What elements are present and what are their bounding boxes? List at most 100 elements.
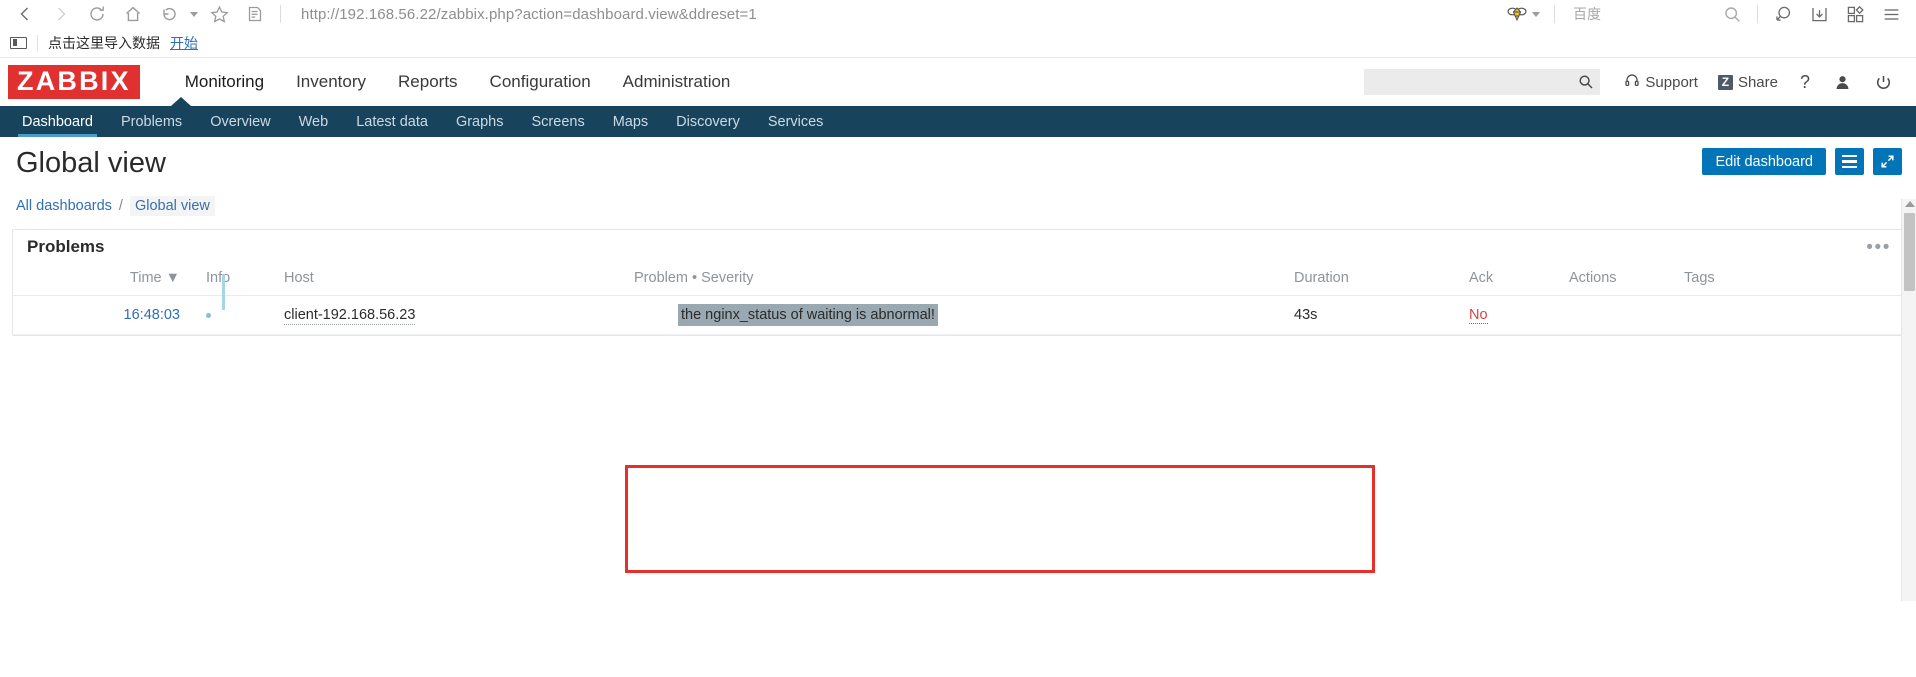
nav-inventory[interactable]: Inventory	[280, 58, 382, 106]
zabbix-search-wrapper	[1364, 69, 1601, 95]
subnav-maps-label: Maps	[612, 113, 649, 130]
caret-down-icon[interactable]	[188, 1, 200, 27]
breadcrumb-all-dashboards[interactable]: All dashboards	[16, 198, 112, 214]
subnav-maps[interactable]: Maps	[599, 106, 662, 137]
user-icon[interactable]	[1822, 74, 1863, 91]
nav-reports-label: Reports	[398, 72, 458, 91]
headset-icon	[1624, 72, 1640, 92]
column-duration: Duration	[1286, 264, 1461, 296]
reload-icon[interactable]	[80, 1, 114, 27]
search-input[interactable]	[1364, 69, 1601, 95]
cell-tags	[1676, 295, 1903, 335]
page-title: Global view	[16, 146, 166, 179]
browser-toolbar: http://192.168.56.22/zabbix.php?action=d…	[0, 0, 1916, 28]
menu-icon[interactable]	[1874, 1, 1908, 27]
column-info: Info	[198, 264, 276, 296]
toolbar-divider	[280, 5, 281, 23]
browser-search-box[interactable]: 百度	[1563, 4, 1713, 24]
problems-table: Time ▼ Info Host Problem • Severity Dura…	[13, 264, 1903, 335]
table-row[interactable]: 16:48:03 client-192.168.56.23 the nginx_…	[13, 295, 1903, 335]
scroll-up-arrow-icon[interactable]	[1905, 201, 1915, 207]
search-icon[interactable]	[1715, 1, 1749, 27]
severity-indicator-icon	[206, 312, 211, 318]
forward-icon[interactable]	[44, 1, 78, 27]
share-label: Share	[1737, 73, 1778, 91]
nav-reports[interactable]: Reports	[382, 58, 474, 106]
cell-info	[198, 295, 276, 335]
breadcrumb: All dashboards / Global view	[0, 189, 1916, 223]
fullscreen-button[interactable]	[1873, 148, 1902, 175]
bee-icon[interactable]	[1500, 4, 1546, 24]
search-submit-icon[interactable]	[1575, 71, 1597, 93]
problems-widget-header: Problems •••	[13, 230, 1903, 264]
cell-ack: No	[1461, 295, 1561, 335]
subnav-discovery[interactable]: Discovery	[662, 106, 754, 137]
sidebar-toggle-icon[interactable]	[10, 36, 27, 49]
table-header-row: Time ▼ Info Host Problem • Severity Dura…	[13, 264, 1903, 296]
help-label: ?	[1799, 71, 1810, 92]
subnav-discovery-label: Discovery	[676, 113, 740, 130]
history-back-icon[interactable]	[152, 1, 186, 27]
bookmark-import-link[interactable]: 开始	[170, 33, 198, 53]
url-text: http://192.168.56.22/zabbix.php?action=d…	[301, 5, 757, 23]
subnav-overview[interactable]: Overview	[196, 106, 284, 137]
reading-list-icon[interactable]	[238, 1, 272, 27]
apps-grid-icon[interactable]	[1838, 1, 1872, 27]
column-host: Host	[276, 264, 626, 296]
column-time[interactable]: Time ▼	[13, 264, 198, 296]
scrollbar-thumb[interactable]	[1904, 213, 1915, 291]
back-icon[interactable]	[8, 1, 42, 27]
row-severity-bar	[222, 274, 225, 310]
cell-actions	[1561, 295, 1676, 335]
subnav-web-label: Web	[298, 113, 329, 130]
subnav-latest-data[interactable]: Latest data	[342, 106, 442, 137]
lens-search-icon[interactable]	[1766, 1, 1800, 27]
subnav-screens[interactable]: Screens	[518, 106, 599, 137]
help-icon[interactable]: ?	[1788, 72, 1822, 93]
page-scrollbar[interactable]	[1901, 199, 1916, 601]
active-nav-pointer-icon	[171, 97, 191, 106]
problem-time-link[interactable]: 16:48:03	[124, 307, 180, 323]
support-link[interactable]: Support	[1614, 72, 1708, 92]
power-icon[interactable]	[1863, 74, 1904, 91]
download-icon[interactable]	[1802, 1, 1836, 27]
home-icon[interactable]	[116, 1, 150, 27]
sub-navigation-wrapper: Dashboard Problems Overview Web Latest d…	[0, 97, 1916, 137]
widget-menu-icon[interactable]: •••	[1866, 238, 1891, 257]
nav-configuration[interactable]: Configuration	[474, 58, 607, 106]
main-navigation: Monitoring Inventory Reports Configurati…	[169, 58, 747, 106]
zabbix-header-right: Support Z Share ?	[1364, 58, 1904, 106]
cell-host: client-192.168.56.23	[276, 295, 626, 335]
problems-widget: Problems ••• Time ▼ Info Host Problem • …	[12, 229, 1904, 336]
problems-table-head: Time ▼ Info Host Problem • Severity Dura…	[13, 264, 1903, 296]
column-problem-severity: Problem • Severity	[626, 264, 1286, 296]
subnav-problems-label: Problems	[120, 113, 183, 130]
cell-time: 16:48:03	[13, 295, 198, 335]
annotation-highlight-box	[625, 465, 1375, 573]
subnav-graphs[interactable]: Graphs	[442, 106, 518, 137]
subnav-dashboard[interactable]: Dashboard	[8, 106, 107, 137]
browser-toolbar-right: 百度	[1500, 1, 1908, 27]
zabbix-header: ZABBIX Monitoring Inventory Reports Conf…	[0, 58, 1916, 106]
breadcrumb-current[interactable]: Global view	[129, 196, 215, 216]
edit-dashboard-button[interactable]: Edit dashboard	[1702, 148, 1826, 175]
nav-administration[interactable]: Administration	[607, 58, 747, 106]
subnav-screens-label: Screens	[531, 113, 585, 130]
subnav-problems[interactable]: Problems	[107, 106, 196, 137]
ack-status-link[interactable]: No	[1469, 307, 1488, 324]
toolbar-divider-3	[1757, 5, 1758, 23]
bee-caret-down-icon[interactable]	[1532, 11, 1540, 17]
bookmark-star-icon[interactable]	[202, 1, 236, 27]
share-link[interactable]: Z Share	[1708, 74, 1788, 91]
problem-host-link[interactable]: client-192.168.56.23	[284, 307, 416, 325]
cell-duration: 43s	[1286, 295, 1461, 335]
dashboard-menu-button[interactable]	[1835, 148, 1864, 175]
sub-navigation: Dashboard Problems Overview Web Latest d…	[0, 106, 1916, 137]
problem-name-link[interactable]: the nginx_status of waiting is abnormal!	[678, 304, 938, 326]
subnav-web[interactable]: Web	[285, 106, 343, 137]
address-bar[interactable]: http://192.168.56.22/zabbix.php?action=d…	[287, 1, 1500, 27]
subnav-services[interactable]: Services	[754, 106, 838, 137]
search-engine-label: 百度	[1573, 6, 1601, 22]
zabbix-logo[interactable]: ZABBIX	[8, 64, 140, 100]
content-area: Global view Edit dashboard All dashboard…	[0, 137, 1916, 601]
